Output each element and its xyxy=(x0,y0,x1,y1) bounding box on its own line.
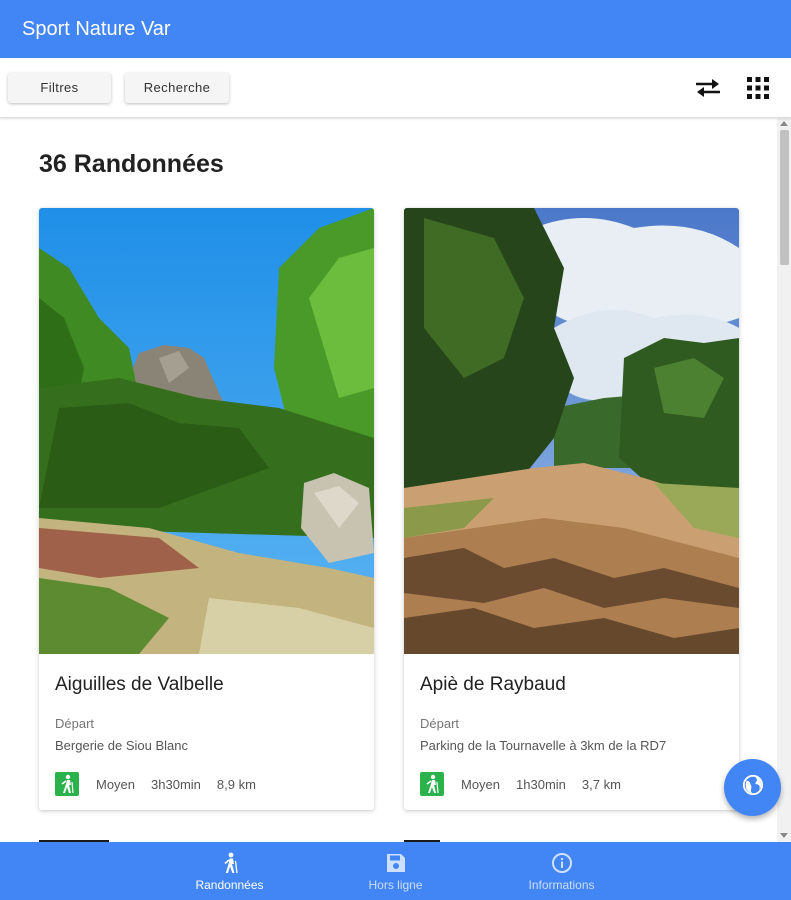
scroll-up-arrow-icon[interactable] xyxy=(780,121,788,126)
toolbar-actions xyxy=(673,58,773,118)
grid-icon[interactable] xyxy=(743,73,773,103)
search-button[interactable]: Recherche xyxy=(125,72,229,103)
distance: 3,7 km xyxy=(581,776,621,792)
hike-title: Aiguilles de Valbelle xyxy=(55,674,224,695)
app-bar: Sport Nature Var xyxy=(0,0,791,58)
filters-button[interactable]: Filtres xyxy=(8,72,111,103)
difficulty: Moyen xyxy=(461,776,501,792)
nav-hors-ligne[interactable]: Hors ligne xyxy=(313,842,479,900)
start-location: Parking de la Tournavelle à 3km de la RD… xyxy=(420,738,667,753)
scrollbar[interactable] xyxy=(777,118,791,842)
start-location: Bergerie de Siou Blanc xyxy=(55,738,188,753)
hiker-icon xyxy=(420,772,444,796)
duration: 1h30min xyxy=(516,776,566,792)
hike-card-apie-de-raybaud[interactable]: Apiè de Raybaud Départ Parking de la Tou… xyxy=(404,208,739,810)
nav-label: Informations xyxy=(528,877,595,892)
difficulty: Moyen xyxy=(96,776,136,792)
duration: 3h30min xyxy=(151,776,201,792)
map-view-button[interactable] xyxy=(724,759,781,816)
results-count-heading: 36 Randonnées xyxy=(39,150,224,178)
nav-randonnees[interactable]: Randonnées xyxy=(147,842,313,900)
hike-meta: Moyen 3h30min 8,9 km xyxy=(55,772,272,796)
info-icon xyxy=(550,851,574,875)
hike-photo xyxy=(39,208,374,654)
start-label: Départ xyxy=(55,716,95,731)
toolbar: Filtres Recherche xyxy=(0,58,791,118)
app-title: Sport Nature Var xyxy=(22,17,171,40)
distance: 8,9 km xyxy=(216,776,256,792)
start-label: Départ xyxy=(420,716,460,731)
hike-list[interactable]: 36 Randonnées Aiguilles de Valbelle Dépa… xyxy=(0,118,791,842)
hike-meta: Moyen 1h30min 3,7 km xyxy=(420,772,637,796)
swap-arrows-icon[interactable] xyxy=(693,73,723,103)
nav-label: Hors ligne xyxy=(368,877,423,892)
globe-icon xyxy=(742,774,764,801)
bottom-navigation: Randonnées Hors ligne Informations xyxy=(0,842,791,900)
save-icon xyxy=(384,851,408,875)
hiker-icon xyxy=(218,851,242,875)
nav-informations[interactable]: Informations xyxy=(479,842,645,900)
scroll-down-arrow-icon[interactable] xyxy=(780,833,788,838)
hiker-icon xyxy=(55,772,79,796)
scroll-thumb[interactable] xyxy=(780,130,789,265)
nav-label: Randonnées xyxy=(195,877,264,892)
hike-photo xyxy=(404,208,739,654)
hike-title: Apiè de Raybaud xyxy=(420,674,566,695)
hike-card-aiguilles-de-valbelle[interactable]: Aiguilles de Valbelle Départ Bergerie de… xyxy=(39,208,374,810)
